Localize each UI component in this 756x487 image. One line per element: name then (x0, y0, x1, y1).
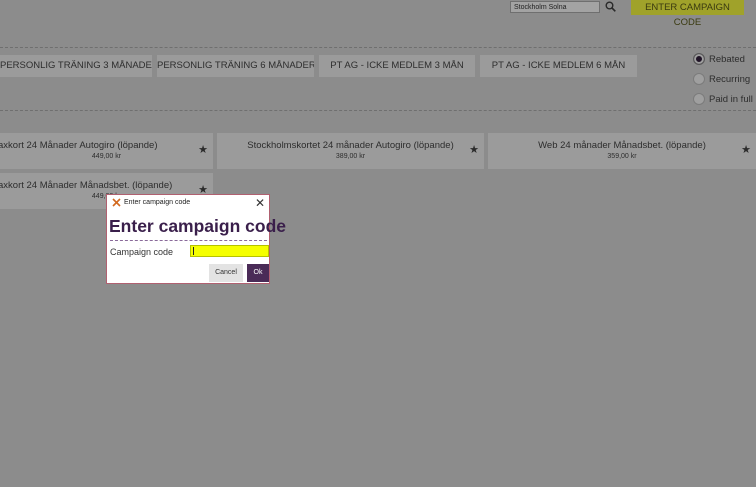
radio-label: Rebated (709, 53, 745, 65)
star-icon[interactable]: ★ (198, 143, 208, 156)
campaign-code-input[interactable] (190, 245, 269, 257)
app-logo-icon (112, 198, 121, 207)
campaign-code-label: Campaign code (110, 247, 174, 257)
text-caret (193, 247, 194, 255)
search-button[interactable] (603, 0, 617, 13)
tab-pt-ag-3-man[interactable]: PT AG - ICKE MEDLEM 3 MÅN (319, 55, 475, 77)
star-icon[interactable]: ★ (741, 143, 751, 156)
radio-unselected-icon (693, 93, 705, 105)
product-name: axkort 24 Månader Månadsbet. (löpande) (0, 180, 173, 191)
tab-pt-3-months[interactable]: PERSONLIG TRÄNING 3 MÅNADER (0, 55, 152, 77)
ok-button[interactable]: Ok (247, 264, 269, 282)
radio-label: Paid in full (709, 93, 753, 105)
dialog-title-bar: Enter campaign code ✕ (107, 195, 269, 212)
radio-label: Recurring (709, 73, 751, 85)
magnifier-icon (605, 1, 616, 12)
cancel-button[interactable]: Cancel (209, 264, 243, 282)
header-divider (0, 47, 756, 48)
tab-pt-ag-6-man[interactable]: PT AG - ICKE MEDLEM 6 MÅN (480, 55, 637, 77)
store-select[interactable]: Stockholm Solna (510, 1, 600, 13)
campaign-code-dialog: Enter campaign code ✕ Enter campaign cod… (106, 194, 286, 284)
tab-pt-6-months[interactable]: PERSONLIG TRÄNING 6 MÅNADER (157, 55, 314, 77)
product-name: Web 24 månader Månadsbet. (löpande) (538, 140, 706, 151)
product-card[interactable]: axkort 24 Månader Autogiro (löpande) 449… (0, 133, 213, 169)
enter-campaign-code-button[interactable]: ENTER CAMPAIGN CODE (631, 0, 744, 28)
product-price: 389,00 kr (335, 153, 366, 160)
dialog-window-title: Enter campaign code (124, 199, 191, 206)
section-divider (0, 110, 756, 111)
product-card[interactable]: Web 24 månader Månadsbet. (löpande) 359,… (488, 133, 756, 169)
product-card[interactable]: Stockholmskortet 24 månader Autogiro (lö… (217, 133, 484, 169)
product-price: 449,00 kr (91, 153, 122, 160)
radio-unselected-icon (693, 73, 705, 85)
product-name: axkort 24 Månader Autogiro (löpande) (0, 140, 158, 151)
dialog-heading: Enter campaign code (109, 216, 286, 236)
close-icon[interactable]: ✕ (255, 196, 265, 210)
radio-rebated[interactable]: Rebated (693, 53, 745, 65)
star-icon[interactable]: ★ (469, 143, 479, 156)
radio-selected-icon (693, 53, 705, 65)
product-price: 359,00 kr (607, 153, 637, 160)
radio-recurring[interactable]: Recurring (693, 73, 750, 85)
dialog-divider (110, 240, 267, 241)
product-name: Stockholmskortet 24 månader Autogiro (lö… (247, 140, 454, 151)
radio-paid-in-full[interactable]: Paid in full (693, 93, 753, 105)
